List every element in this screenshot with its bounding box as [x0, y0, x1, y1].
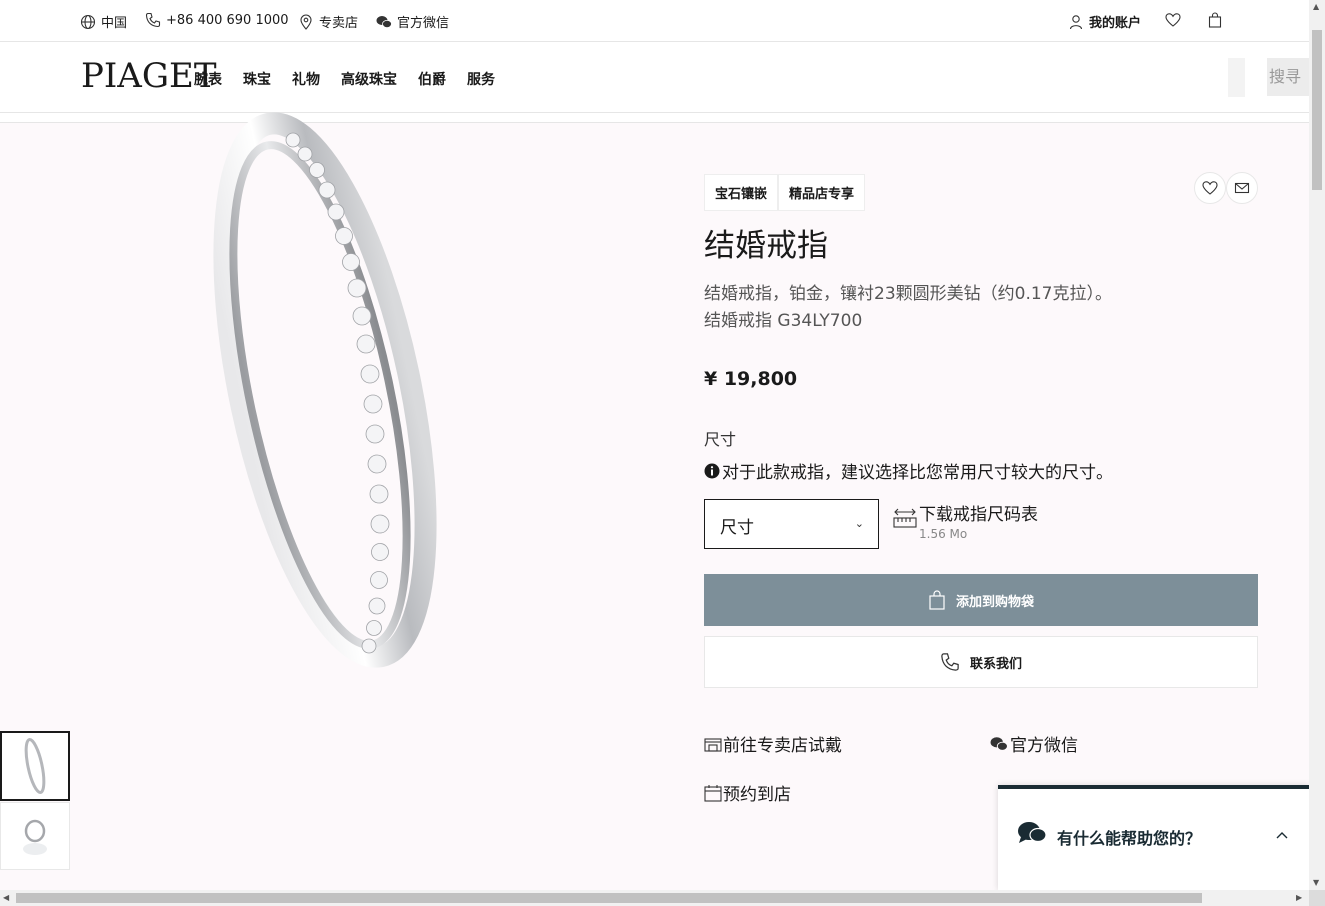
- main-header: PIAGET 腕表 珠宝 礼物 高级珠宝 伯爵 服务 搜寻: [0, 42, 1309, 113]
- ring-illustration: [213, 112, 437, 668]
- phone-number: +86 400 690 1000: [166, 12, 289, 28]
- nav-item-piaget[interactable]: 伯爵: [418, 69, 446, 89]
- product-description-block: 结婚戒指，铂金，镶衬23颗圆形美钻（约0.17克拉）。 结婚戒指 G34LY70…: [704, 281, 1112, 335]
- location-pin-icon: [300, 14, 312, 30]
- product-reference: 结婚戒指 G34LY700: [704, 311, 863, 331]
- main-nav: 腕表 珠宝 礼物 高级珠宝 伯爵 服务: [194, 69, 495, 89]
- heart-icon: [1165, 13, 1181, 27]
- size-dropdown[interactable]: 尺寸 ⌄: [704, 499, 879, 549]
- top-utility-bar: 中国 +86 400 690 1000 专卖店 官方微信 我的账户: [0, 0, 1309, 42]
- stores-link[interactable]: 专卖店: [298, 12, 358, 31]
- account-link[interactable]: 我的账户: [1068, 12, 1141, 31]
- scrollbar-corner: [1309, 890, 1325, 906]
- nav-item-services[interactable]: 服务: [467, 69, 495, 89]
- globe-icon: [80, 14, 96, 29]
- nav-item-high-jewelry[interactable]: 高级珠宝: [341, 69, 397, 89]
- mail-icon: [1234, 182, 1250, 194]
- add-to-bag-button[interactable]: 添加到购物袋: [704, 574, 1258, 626]
- horizontal-scrollbar[interactable]: ◀ ▶: [0, 890, 1309, 906]
- wishlist-button[interactable]: [1165, 12, 1181, 28]
- product-main-image[interactable]: [160, 110, 490, 670]
- phone-icon: [941, 653, 959, 671]
- store-icon: [704, 737, 722, 752]
- thumbnail-2[interactable]: [0, 802, 70, 870]
- heart-icon: [1202, 181, 1218, 195]
- wechat-icon: [376, 15, 392, 28]
- download-label: 下载戒指尺码表: [919, 505, 1038, 525]
- stores-label: 专卖店: [319, 16, 359, 31]
- chevron-up-icon[interactable]: [1276, 831, 1288, 839]
- nav-item-jewelry[interactable]: 珠宝: [243, 69, 271, 89]
- region-selector[interactable]: 中国: [80, 12, 127, 31]
- chat-prompt: 有什么能帮助您的？: [1057, 829, 1202, 848]
- scroll-down-arrow-icon[interactable]: ▼: [1313, 878, 1319, 887]
- vertical-scroll-thumb[interactable]: [1312, 30, 1322, 190]
- phone-link[interactable]: +86 400 690 1000: [145, 12, 289, 28]
- vertical-scrollbar[interactable]: ▲ ▼: [1309, 0, 1325, 890]
- size-note-text: 对于此款戒指，建议选择比您常用尺寸较大的尺寸。: [722, 463, 1113, 483]
- calendar-icon: [704, 784, 722, 802]
- book-appointment-label: 预约到店: [723, 785, 791, 805]
- wechat-icon: [990, 736, 1008, 751]
- scroll-right-arrow-icon[interactable]: ▶: [1296, 893, 1302, 902]
- contact-us-button[interactable]: 联系我们: [704, 636, 1258, 688]
- ring-thumbnail-angle: [23, 819, 47, 855]
- info-icon: [704, 463, 720, 478]
- tag-boutique-exclusive: 精品店专享: [778, 174, 866, 211]
- shopping-bag-button[interactable]: [1207, 12, 1223, 28]
- nav-item-gifts[interactable]: 礼物: [292, 69, 320, 89]
- thumbnail-1[interactable]: [0, 731, 70, 801]
- horizontal-scroll-thumb[interactable]: [16, 893, 1202, 903]
- chat-widget[interactable]: 有什么能帮助您的？: [998, 785, 1309, 890]
- search-input[interactable]: [1228, 58, 1245, 97]
- size-dropdown-value: 尺寸: [720, 518, 754, 538]
- size-note: 对于此款戒指，建议选择比您常用尺寸较大的尺寸。: [704, 458, 1113, 483]
- size-label: 尺寸: [704, 430, 737, 449]
- search-button-label: 搜寻: [1269, 67, 1302, 86]
- try-in-store-link[interactable]: 前往专卖店试戴: [704, 731, 842, 756]
- share-email-button[interactable]: [1226, 172, 1258, 204]
- tag-gem-setting: 宝石镶嵌: [704, 174, 779, 211]
- shopping-bag-icon: [1208, 12, 1222, 28]
- wechat-label: 官方微信: [397, 16, 450, 31]
- chevron-down-icon: ⌄: [854, 517, 864, 530]
- search-button[interactable]: 搜寻: [1267, 58, 1309, 96]
- chat-bubbles-icon: [1018, 822, 1047, 843]
- account-label: 我的账户: [1089, 16, 1142, 31]
- official-wechat-link[interactable]: 官方微信: [989, 731, 1078, 756]
- phone-icon: [145, 12, 161, 28]
- region-label: 中国: [101, 16, 128, 31]
- product-description: 结婚戒指，铂金，镶衬23颗圆形美钻（约0.17克拉）。: [704, 284, 1112, 304]
- official-wechat-label: 官方微信: [1010, 736, 1078, 756]
- wechat-link[interactable]: 官方微信: [376, 12, 449, 31]
- ruler-icon: [893, 508, 917, 528]
- user-icon: [1069, 14, 1083, 29]
- product-price: ¥ 19,800: [704, 368, 798, 390]
- nav-item-watches[interactable]: 腕表: [194, 69, 222, 89]
- shopping-bag-icon: [929, 590, 945, 610]
- add-to-wishlist-button[interactable]: [1194, 172, 1226, 204]
- product-tags: 宝石镶嵌 精品店专享: [704, 174, 866, 211]
- product-title: 结婚戒指: [704, 228, 828, 264]
- ring-thumbnail-front: [24, 738, 46, 794]
- add-to-bag-label: 添加到购物袋: [955, 594, 1034, 610]
- try-in-store-label: 前往专卖店试戴: [723, 736, 842, 756]
- contact-us-label: 联系我们: [969, 656, 1022, 672]
- download-file-size: 1.56 Mo: [919, 527, 968, 541]
- book-appointment-link[interactable]: 预约到店: [704, 780, 791, 805]
- scroll-left-arrow-icon[interactable]: ◀: [3, 893, 9, 902]
- scroll-up-arrow-icon[interactable]: ▲: [1313, 2, 1319, 11]
